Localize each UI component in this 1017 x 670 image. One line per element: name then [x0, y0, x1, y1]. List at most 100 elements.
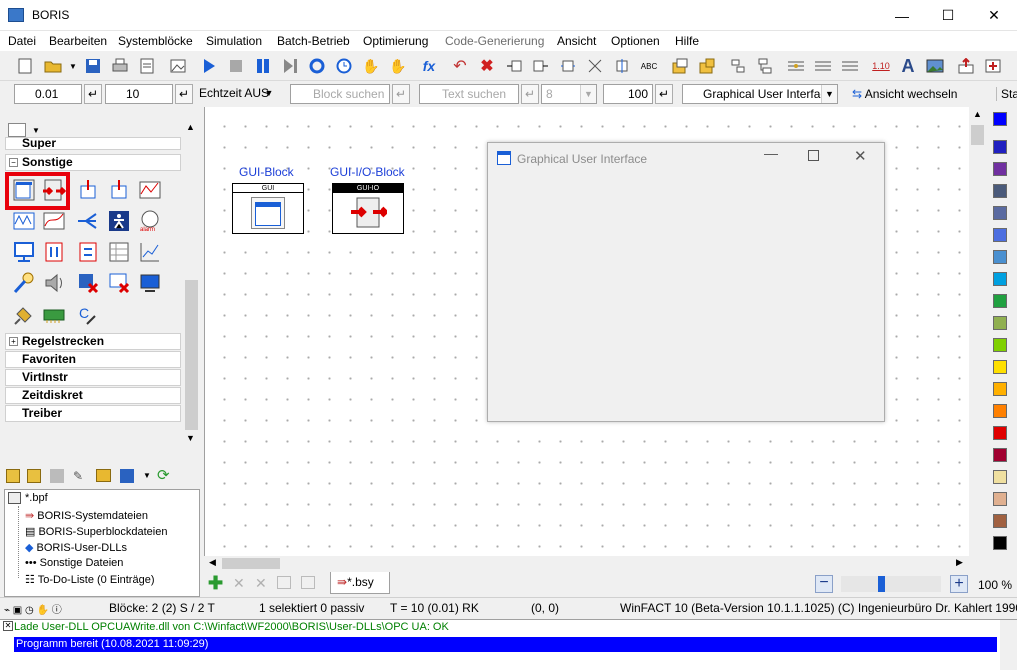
step-size-field[interactable]: 0.01	[14, 84, 82, 104]
open-folder-icon[interactable]	[44, 57, 62, 75]
align-icon[interactable]	[729, 57, 747, 75]
refresh-icon[interactable]	[308, 57, 326, 75]
color-swatch[interactable]	[993, 338, 1007, 352]
text-block-icon[interactable]: ABC	[640, 57, 658, 75]
scroll-up-icon[interactable]: ▲	[186, 122, 195, 132]
tree-item-superblockdateien[interactable]: ▤ BORIS-Superblockdateien	[25, 525, 167, 538]
toggle-block-icon[interactable]	[76, 240, 100, 264]
bus-split-icon[interactable]	[814, 57, 832, 75]
color-swatch[interactable]	[993, 382, 1007, 396]
graph-block-icon[interactable]	[138, 240, 162, 264]
scroll-up-icon[interactable]: ▲	[973, 109, 982, 119]
mirror-block-icon[interactable]	[613, 57, 631, 75]
switch-view-button[interactable]: ⇆ Ansicht wechseln	[852, 87, 957, 101]
play-icon[interactable]	[200, 57, 218, 75]
color-swatch[interactable]	[993, 140, 1007, 154]
color-swatch[interactable]	[993, 404, 1007, 418]
color-swatch[interactable]	[993, 316, 1007, 330]
output-block-icon[interactable]	[107, 178, 131, 202]
color-swatch[interactable]	[993, 272, 1007, 286]
menu-batch-betrieb[interactable]: Batch-Betrieb	[277, 34, 350, 48]
menu-optimierung[interactable]: Optimierung	[363, 34, 428, 48]
signal-generator-icon[interactable]	[12, 209, 36, 233]
realtime-select[interactable]: Echtzeit AUS ▼	[195, 84, 277, 104]
palette-view-dropdown-icon[interactable]: ▼	[32, 126, 40, 135]
menu-ansicht[interactable]: Ansicht	[557, 34, 596, 48]
new-file-icon[interactable]	[16, 57, 34, 75]
color-swatch[interactable]	[993, 360, 1007, 374]
menu-datei[interactable]: Datei	[8, 34, 36, 48]
palette-group-favoriten[interactable]: Favoriten	[5, 351, 181, 368]
palette-group-treiber[interactable]: Treiber	[5, 405, 181, 422]
menu-optionen[interactable]: Optionen	[611, 34, 660, 48]
tree-root[interactable]: *.bpf	[8, 492, 48, 505]
palette-group-sonstige[interactable]: − Sonstige	[5, 154, 181, 171]
scroll-down-icon[interactable]: ▼	[186, 433, 195, 443]
width-apply-button[interactable]: ↵	[655, 84, 673, 104]
text-search-count-select[interactable]: 8 ▼	[541, 84, 597, 104]
superblock-icon[interactable]	[671, 57, 689, 75]
zoom-slider-thumb[interactable]	[878, 576, 885, 592]
refresh-project-icon[interactable]: ⟳	[157, 466, 170, 484]
tree-item-user-dlls[interactable]: ◆ BORIS-User-DLLs	[25, 541, 127, 554]
table-block-icon[interactable]	[107, 240, 131, 264]
tab-bsy[interactable]: ⇛*.bsy	[330, 572, 390, 594]
close-messages-icon[interactable]: ✕	[3, 621, 13, 631]
palette-group-virtinstr[interactable]: VirtInstr	[5, 369, 181, 386]
alarm-block-icon[interactable]: alarm	[138, 209, 162, 233]
end-time-field[interactable]: 10	[105, 84, 173, 104]
tree-item-sonstige-dateien[interactable]: ••• Sonstige Dateien	[25, 557, 123, 569]
step-icon[interactable]	[281, 57, 299, 75]
tab-window-icon[interactable]	[277, 576, 291, 589]
plug-block-icon[interactable]	[12, 303, 36, 327]
curve-block-icon[interactable]	[42, 209, 66, 233]
hardware-card-icon[interactable]	[42, 303, 66, 327]
block-search-input[interactable]: Block suchen	[290, 84, 390, 104]
input-block-icon[interactable]	[76, 178, 100, 202]
menu-simulation[interactable]: Simulation	[206, 34, 262, 48]
canvas-vertical-scrollbar[interactable]: ▲	[969, 107, 986, 556]
cut-connection-icon[interactable]	[505, 57, 523, 75]
palette-scrollbar[interactable]: ▲ ▼	[183, 120, 200, 447]
canvas-horizontal-scrollbar[interactable]: ◀ ▶	[205, 556, 969, 571]
color-swatch[interactable]	[993, 228, 1007, 242]
document-icon[interactable]	[138, 57, 156, 75]
color-swatch[interactable]	[993, 294, 1007, 308]
export-icon[interactable]	[984, 57, 1002, 75]
open-dropdown-icon[interactable]: ▼	[68, 57, 78, 75]
toolbar-overflow[interactable]: Sta	[996, 87, 1017, 101]
color-swatch[interactable]	[993, 514, 1007, 528]
menu-code-generierung[interactable]: Code-Generierung	[445, 34, 544, 48]
maximize-button[interactable]: ☐	[925, 0, 971, 31]
hand-stop-icon[interactable]: ✋	[389, 57, 407, 75]
color-swatch[interactable]	[993, 492, 1007, 506]
gui-io-block[interactable]: GUI-IO	[332, 183, 404, 234]
text-search-apply-button[interactable]: ↵	[521, 84, 539, 104]
scroll-left-icon[interactable]: ◀	[209, 557, 216, 568]
print-icon[interactable]	[111, 57, 129, 75]
monitor-block-icon[interactable]	[138, 271, 162, 295]
function-icon[interactable]: fx	[420, 57, 438, 75]
menu-bearbeiten[interactable]: Bearbeiten	[49, 34, 107, 48]
display-block-icon[interactable]	[12, 240, 36, 264]
color-swatch[interactable]	[993, 448, 1007, 462]
gui-window[interactable]: Graphical User Interface — ✕	[487, 142, 885, 422]
menu-systembloecke[interactable]: Systemblöcke	[118, 34, 193, 48]
color-swatch[interactable]	[993, 162, 1007, 176]
delete-icon[interactable]: ✖	[478, 57, 496, 75]
superblock-open-icon[interactable]	[698, 57, 716, 75]
color-swatch[interactable]	[993, 536, 1007, 550]
color-swatch[interactable]	[993, 206, 1007, 220]
undo-icon[interactable]: ↶	[451, 57, 469, 75]
palette-group-zeitdiskret[interactable]: Zeitdiskret	[5, 387, 181, 404]
palette-group-super[interactable]: Super	[5, 137, 181, 150]
end-time-apply-button[interactable]: ↵	[175, 84, 193, 104]
text-icon[interactable]: A	[899, 56, 917, 76]
close-tab-icon[interactable]: ✕	[233, 575, 245, 592]
view-select[interactable]: Graphical User Interface ▼	[682, 84, 838, 104]
close-button[interactable]: ✕	[971, 0, 1017, 31]
scroll-thumb[interactable]	[222, 558, 280, 569]
add-file-icon[interactable]	[27, 469, 41, 483]
probe-block-icon[interactable]	[12, 271, 36, 295]
minimize-button[interactable]: —	[879, 0, 925, 31]
